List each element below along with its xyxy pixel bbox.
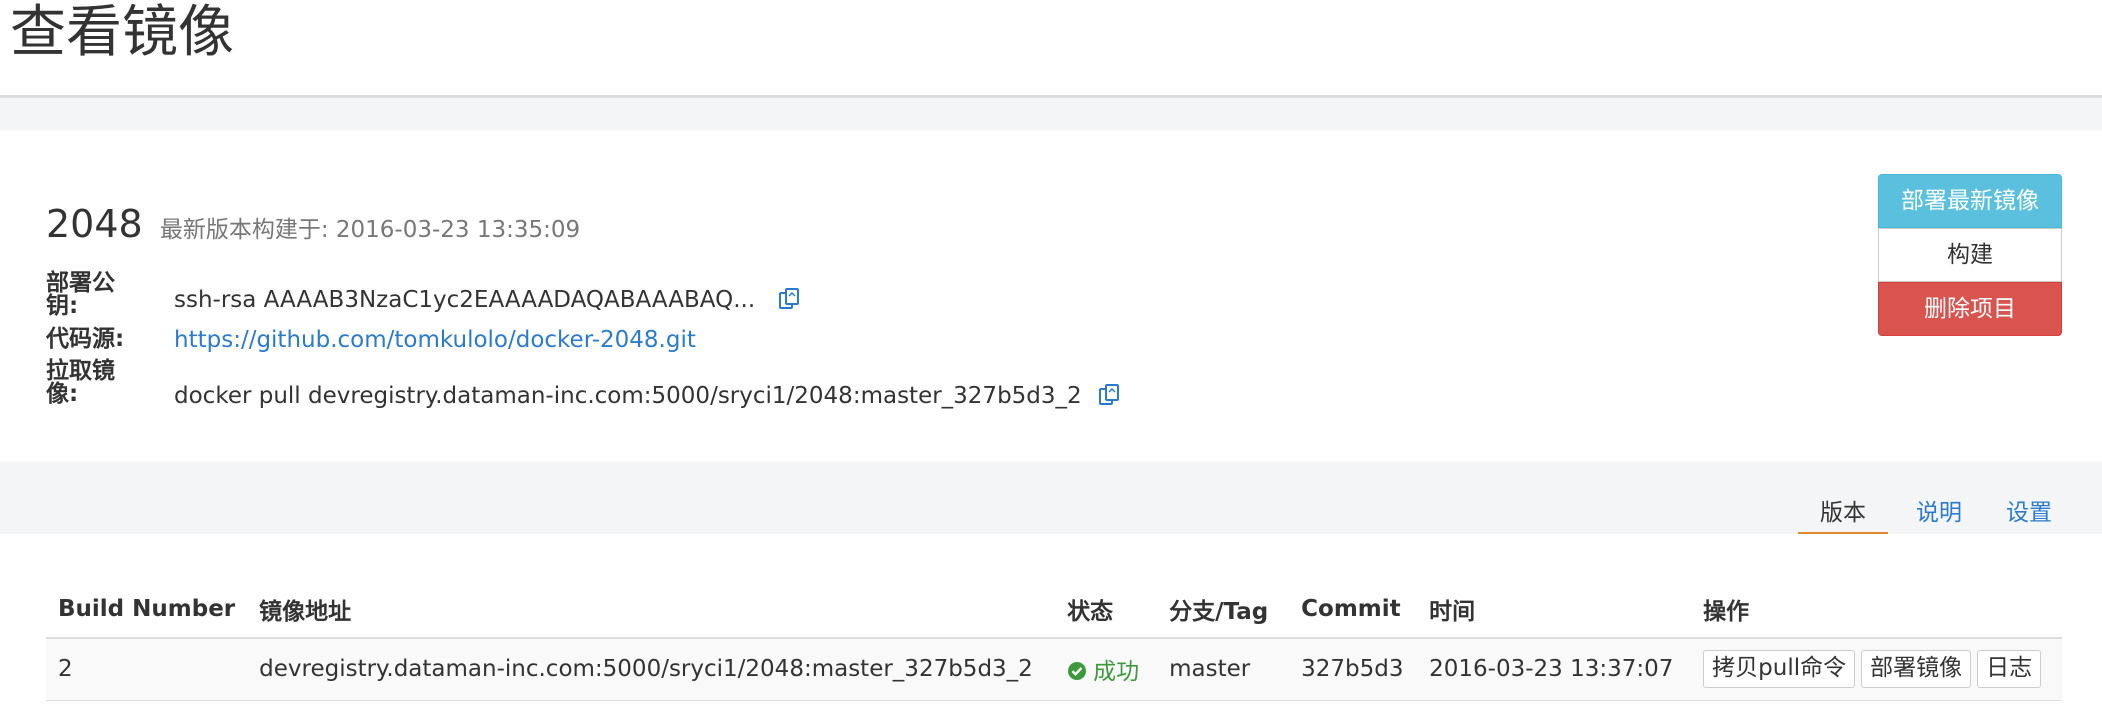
top-band bbox=[0, 98, 2102, 130]
deploy-key-value: ssh-rsa AAAAB3NzaC1yc2EAAAADAQABAAABAQ..… bbox=[174, 286, 801, 314]
builds-table-wrap: Build Number 镜像地址 状态 分支/Tag Commit 时间 操作… bbox=[46, 580, 2062, 701]
status-text: 成功 bbox=[1093, 659, 1140, 686]
project-heading: 2048 最新版本构建于: 2016-03-23 13:35:09 bbox=[46, 202, 580, 246]
log-button[interactable]: 日志 bbox=[1977, 650, 2042, 689]
branch-cell: master bbox=[1157, 638, 1290, 701]
source-link[interactable]: https://github.com/tomkulolo/docker-2048… bbox=[174, 327, 696, 353]
col-branch: 分支/Tag bbox=[1157, 580, 1290, 639]
col-image: 镜像地址 bbox=[247, 580, 1056, 639]
project-info-panel: 2048 最新版本构建于: 2016-03-23 13:35:09 部署公钥: … bbox=[0, 130, 2102, 462]
copy-icon[interactable] bbox=[777, 287, 801, 311]
col-commit: Commit bbox=[1289, 580, 1418, 639]
build-button[interactable]: 构建 bbox=[1878, 228, 2062, 282]
col-time: 时间 bbox=[1417, 580, 1692, 639]
check-circle-icon bbox=[1067, 661, 1087, 681]
copy-icon[interactable] bbox=[1097, 383, 1121, 407]
actions-cell: 拷贝pull命令 部署镜像 日志 bbox=[1691, 638, 2062, 701]
deploy-image-button[interactable]: 部署镜像 bbox=[1861, 650, 1972, 689]
project-name: 2048 bbox=[46, 202, 143, 246]
deploy-latest-button[interactable]: 部署最新镜像 bbox=[1878, 174, 2062, 228]
deploy-key-label: 部署公钥: bbox=[46, 270, 115, 319]
time-cell: 2016-03-23 13:37:07 bbox=[1417, 638, 1692, 701]
col-build-number: Build Number bbox=[46, 580, 248, 639]
col-actions: 操作 bbox=[1691, 580, 2062, 639]
deploy-key-text: ssh-rsa AAAAB3NzaC1yc2EAAAADAQABAAABAQ..… bbox=[174, 287, 756, 313]
pull-command-text: docker pull devregistry.dataman-inc.com:… bbox=[174, 383, 1082, 409]
tab-bar: 版本 说明 设置 bbox=[1798, 494, 2074, 534]
tab-settings[interactable]: 设置 bbox=[1984, 494, 2074, 534]
table-header-row: Build Number 镜像地址 状态 分支/Tag Commit 时间 操作 bbox=[46, 580, 2062, 639]
latest-build-time: 最新版本构建于: 2016-03-23 13:35:09 bbox=[159, 217, 581, 243]
source-label: 代码源: bbox=[46, 326, 125, 352]
builds-table: Build Number 镜像地址 状态 分支/Tag Commit 时间 操作… bbox=[46, 580, 2062, 701]
delete-project-button[interactable]: 删除项目 bbox=[1878, 282, 2062, 336]
source-value: https://github.com/tomkulolo/docker-2048… bbox=[174, 326, 696, 354]
page-title: 查看镜像 bbox=[10, 0, 234, 65]
table-row: 2 devregistry.dataman-inc.com:5000/sryci… bbox=[46, 638, 2062, 701]
project-actions: 部署最新镜像 构建 删除项目 bbox=[1878, 174, 2062, 336]
copy-pull-command-button[interactable]: 拷贝pull命令 bbox=[1703, 650, 1856, 689]
build-number-cell: 2 bbox=[46, 638, 248, 701]
tab-versions[interactable]: 版本 bbox=[1798, 494, 1888, 534]
tab-description[interactable]: 说明 bbox=[1894, 494, 1984, 534]
status-cell: 成功 bbox=[1055, 638, 1158, 701]
col-status: 状态 bbox=[1055, 580, 1158, 639]
commit-cell: 327b5d3 bbox=[1289, 638, 1418, 701]
tabs-band: 版本 说明 设置 bbox=[0, 462, 2102, 534]
pull-label: 拉取镜像: bbox=[46, 358, 115, 407]
pull-value: docker pull devregistry.dataman-inc.com:… bbox=[174, 382, 1121, 410]
image-cell: devregistry.dataman-inc.com:5000/sryci1/… bbox=[247, 638, 1056, 701]
page-header: 查看镜像 bbox=[0, 0, 2102, 98]
